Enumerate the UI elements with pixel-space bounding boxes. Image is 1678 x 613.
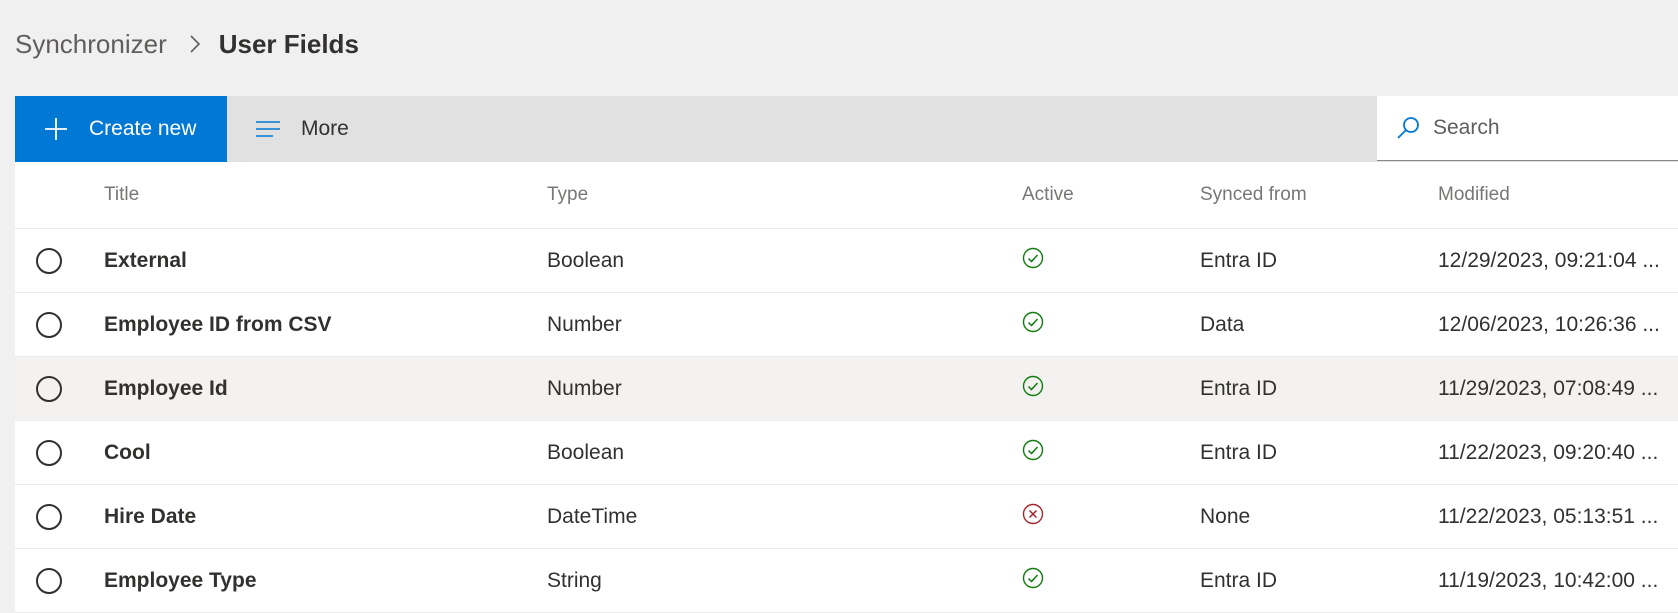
- cell-modified: 11/22/2023, 05:13:51 ...: [1438, 505, 1659, 528]
- cell-modified: 11/22/2023, 09:20:40 ...: [1438, 441, 1659, 464]
- cell-title: Cool: [104, 441, 151, 464]
- table-row[interactable]: Employee Id Number Entra ID 11/29/2023, …: [15, 357, 1678, 421]
- radio-circle-icon[interactable]: [36, 440, 62, 466]
- column-header-title[interactable]: Title: [104, 162, 139, 228]
- cell-synced-from: Entra ID: [1200, 377, 1278, 400]
- cell-type: String: [547, 569, 602, 592]
- check-circle-icon: [1022, 567, 1044, 589]
- cell-modified: 11/29/2023, 07:08:49 ...: [1438, 377, 1659, 400]
- cell-synced-from: None: [1200, 505, 1251, 528]
- table-row[interactable]: Cool Boolean Entra ID 11/22/2023, 09:20:…: [15, 421, 1678, 485]
- table-row[interactable]: Employee ID from CSV Number Data 12/06/2…: [15, 293, 1678, 357]
- search-input[interactable]: [1431, 115, 1665, 141]
- column-header-type[interactable]: Type: [547, 162, 588, 228]
- breadcrumb: Synchronizer User Fields: [15, 24, 359, 64]
- cell-synced-from: Entra ID: [1200, 441, 1278, 464]
- cell-type: Boolean: [547, 249, 625, 272]
- cell-type: Number: [547, 313, 622, 336]
- cell-title: External: [104, 249, 187, 272]
- create-new-button[interactable]: Create new: [15, 96, 227, 162]
- radio-circle-icon[interactable]: [36, 376, 62, 402]
- lines-icon: [255, 119, 281, 139]
- cell-type: DateTime: [547, 505, 638, 528]
- cell-synced-from: Entra ID: [1200, 569, 1278, 592]
- page-title: User Fields: [218, 28, 359, 59]
- cell-type: Boolean: [547, 441, 625, 464]
- cell-modified: 12/06/2023, 10:26:36 ...: [1438, 313, 1660, 336]
- radio-circle-icon[interactable]: [36, 504, 62, 530]
- table-row[interactable]: Employee Type String Entra ID 11/19/2023…: [15, 549, 1678, 613]
- table-row[interactable]: External Boolean Entra ID 12/29/2023, 09…: [15, 229, 1678, 293]
- search-icon: [1395, 115, 1421, 141]
- more-label: More: [301, 117, 349, 140]
- cell-synced-from: Entra ID: [1200, 249, 1278, 272]
- cell-title: Employee ID from CSV: [104, 313, 332, 336]
- check-circle-icon: [1022, 375, 1044, 397]
- check-circle-icon: [1022, 439, 1044, 461]
- check-circle-icon: [1022, 247, 1044, 269]
- cell-title: Employee Id: [104, 377, 228, 400]
- table-header: Title Type Active Synced from Modified: [15, 162, 1678, 229]
- column-header-modified[interactable]: Modified: [1438, 162, 1678, 228]
- plus-icon: [43, 116, 69, 142]
- column-header-synced-from[interactable]: Synced from: [1200, 162, 1307, 228]
- cell-modified: 11/19/2023, 10:42:00 ...: [1438, 569, 1659, 592]
- cell-title: Hire Date: [104, 505, 197, 528]
- x-circle-icon: [1022, 503, 1044, 525]
- more-button[interactable]: More: [255, 96, 349, 162]
- column-header-active[interactable]: Active: [1022, 162, 1074, 228]
- search-box[interactable]: [1377, 96, 1678, 161]
- check-circle-icon: [1022, 311, 1044, 333]
- cell-type: Number: [547, 377, 622, 400]
- breadcrumb-root-link[interactable]: Synchronizer: [15, 29, 167, 60]
- cell-synced-from: Data: [1200, 313, 1245, 336]
- cell-modified: 12/29/2023, 09:21:04 ...: [1438, 249, 1660, 272]
- radio-circle-icon[interactable]: [36, 312, 62, 338]
- cell-title: Employee Type: [104, 569, 257, 592]
- radio-circle-icon[interactable]: [36, 568, 62, 594]
- table-row[interactable]: Hire Date DateTime None 11/22/2023, 05:1…: [15, 485, 1678, 549]
- chevron-right-icon: [181, 31, 207, 57]
- user-fields-table: Title Type Active Synced from Modified E…: [15, 162, 1678, 613]
- radio-circle-icon[interactable]: [36, 248, 62, 274]
- create-new-label: Create new: [89, 117, 197, 140]
